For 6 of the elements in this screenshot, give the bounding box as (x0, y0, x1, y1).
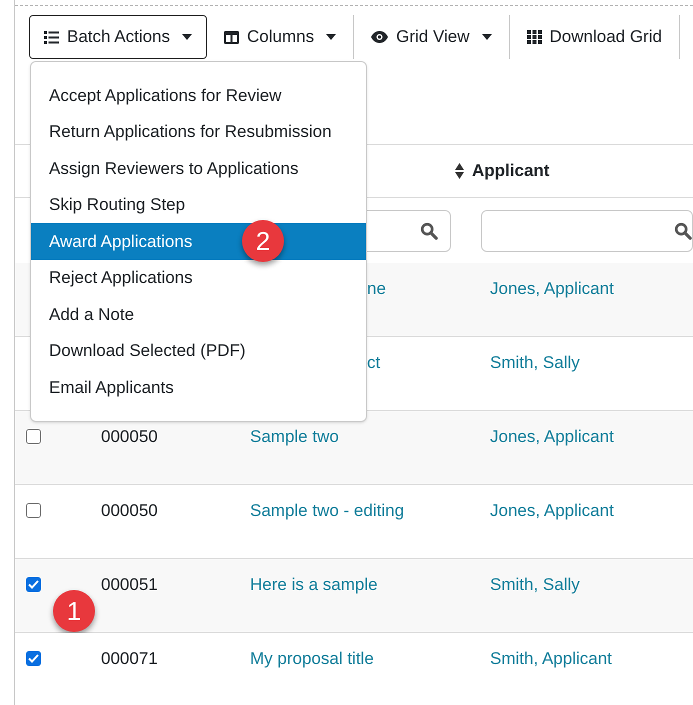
id-cell: 000050 (101, 501, 158, 520)
id-cell: 000050 (101, 427, 158, 446)
step-badge: 2 (242, 220, 284, 262)
id-cell: 000051 (101, 575, 158, 594)
step-badge: 1 (53, 590, 95, 632)
id-cell: 000071 (101, 649, 158, 668)
